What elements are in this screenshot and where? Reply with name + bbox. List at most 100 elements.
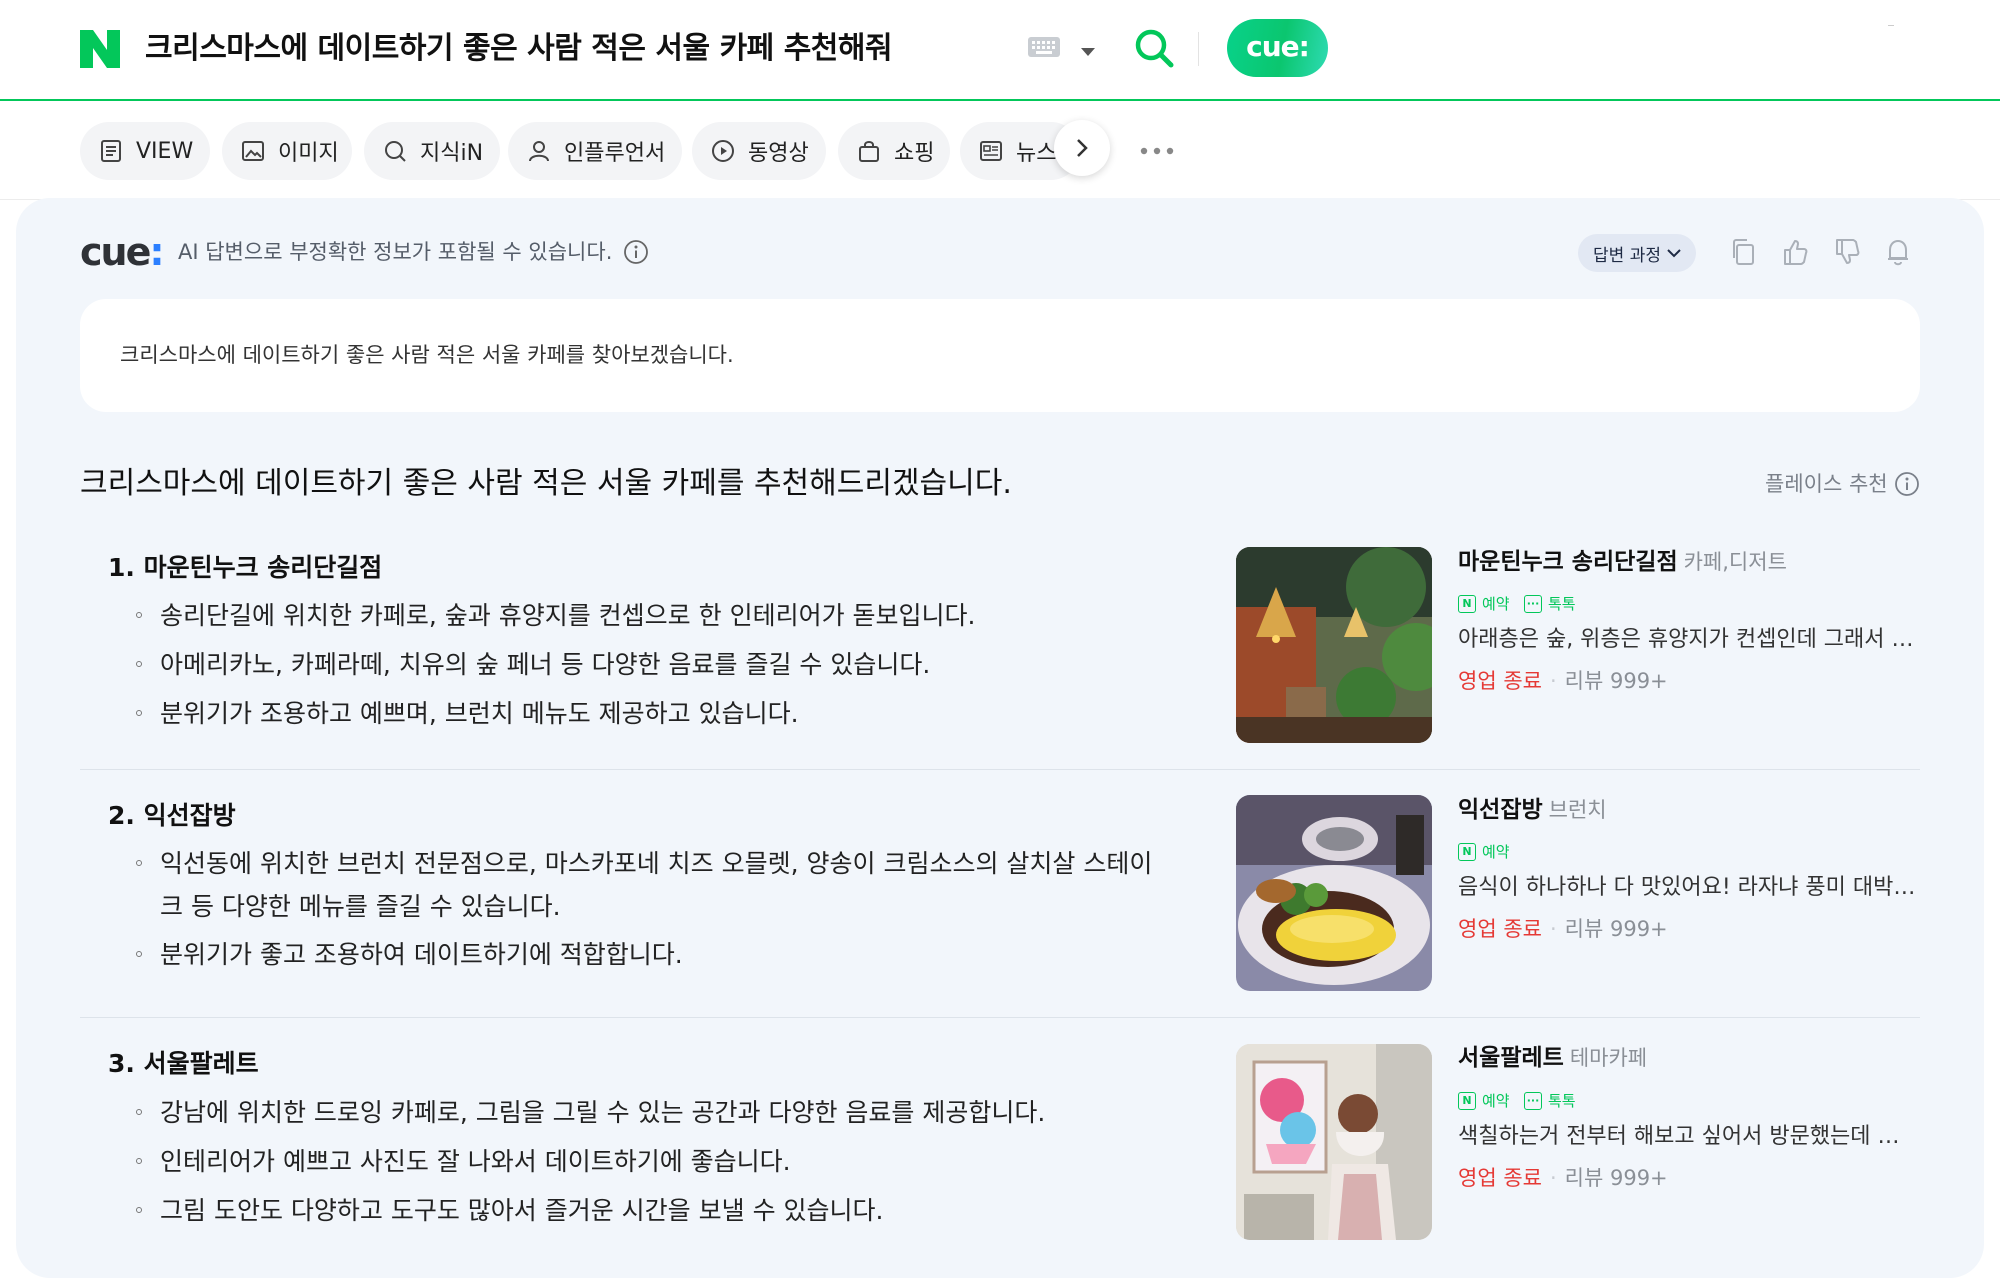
item-bullet-text: 분위기가 좋고 조용하여 데이트하기에 적합합니다. [160, 940, 683, 969]
header-divider [1198, 32, 1199, 66]
item-title: 3. 서울팔레트 [108, 1049, 259, 1078]
tab-label: 동영상 [748, 141, 809, 166]
info-icon[interactable] [623, 239, 649, 269]
item-bullet-text: 아메리카노, 카페라떼, 치유의 숲 페너 등 다양한 음료를 즐길 수 있습니… [160, 650, 931, 679]
play-icon [710, 138, 736, 164]
badge-label: 예약 [1482, 843, 1510, 861]
place-category: 테마카페 [1569, 1046, 1648, 1070]
review-count[interactable]: 리뷰 999+ [1565, 1166, 1668, 1190]
search-query[interactable]: 크리스마스에 데이트하기 좋은 사람 적은 서울 카페 추천해줘 [145, 22, 893, 76]
tab-view[interactable]: VIEW [80, 122, 210, 180]
bullet-dot [136, 710, 142, 716]
bullet-dot [136, 951, 142, 957]
answer-process-label: 답변 과정 [1593, 245, 1661, 266]
chevron-down-icon [1667, 243, 1681, 263]
chevron-right-icon [1077, 139, 1088, 157]
tab-kin[interactable]: 지식iN [364, 122, 500, 180]
tabs-next-button[interactable] [1054, 120, 1110, 176]
place-name-text: 서울팔레트 [1458, 1045, 1564, 1071]
cue-logo-text: cue [80, 230, 151, 274]
item-bullet-text: 익선동에 위치한 브런치 전문점으로, 마스카포네 치즈 오믈렛, 양송이 크림… [160, 849, 1153, 878]
place-photo[interactable] [1236, 795, 1432, 991]
place-status: 영업 종료 · 리뷰 999+ [1458, 913, 1668, 945]
place-category: 카페,디저트 [1683, 550, 1787, 574]
item-bullet-text: 분위기가 조용하고 예쁘며, 브런치 메뉴도 제공하고 있습니다. [160, 699, 799, 728]
thumbs-down-icon[interactable] [1834, 238, 1860, 270]
item-title: 2. 익선잡방 [108, 801, 236, 830]
bullet-dot [136, 1207, 142, 1213]
bullet-dot [136, 860, 142, 866]
review-count[interactable]: 리뷰 999+ [1565, 669, 1668, 693]
chat-search-icon [382, 138, 408, 164]
keyboard-icon[interactable] [1027, 36, 1061, 62]
search-icon[interactable] [1133, 27, 1175, 73]
tab-label: 지식iN [420, 141, 484, 166]
chat-icon: ··· [1524, 1091, 1542, 1110]
item-title: 1. 마운틴누크 송리단길점 [108, 553, 383, 582]
item-bullet-text: 인테리어가 예쁘고 사진도 잘 나와서 데이트하기에 좋습니다. [160, 1147, 791, 1176]
copy-icon[interactable] [1730, 238, 1756, 270]
place-status: 영업 종료 · 리뷰 999+ [1458, 1162, 1668, 1194]
place-name[interactable]: 마운틴누크 송리단길점 카페,디저트 [1458, 546, 1787, 578]
cue-logo-dots: : [149, 230, 164, 274]
search-tabs: VIEW 이미지 지식iN 인플루언서 동영상 쇼핑 뉴스 [0, 101, 2000, 200]
answer-process-button[interactable]: 답변 과정 [1578, 234, 1696, 272]
naver-n-icon: N [1458, 842, 1476, 861]
corner-mark [1888, 25, 1894, 26]
place-name-text: 익선잡방 [1458, 797, 1543, 823]
info-icon[interactable] [1894, 471, 1920, 501]
bullet-dot [136, 661, 142, 667]
reserve-badge[interactable]: N 예약 [1458, 841, 1510, 862]
talktalk-badge[interactable]: ··· 톡톡 [1524, 593, 1576, 614]
place-recommend-label: 플레이스 추천 [1765, 472, 1888, 496]
more-icon[interactable] [1140, 140, 1174, 159]
place-category: 브런치 [1548, 798, 1607, 822]
tab-label: VIEW [136, 138, 194, 164]
separator-dot: · [1549, 1166, 1557, 1190]
tab-image[interactable]: 이미지 [222, 122, 352, 180]
person-icon [526, 138, 552, 164]
bullet-dot [136, 612, 142, 618]
review-count[interactable]: 리뷰 999+ [1565, 917, 1668, 941]
item-bullet-text: 그림 도안도 다양하고 도구도 많아서 즐거운 시간을 보낼 수 있습니다. [160, 1196, 884, 1225]
place-review-snippet[interactable]: 음식이 하나하나 다 맛있어요! 라자냐 풍미 대박이... [1458, 872, 1918, 904]
place-review-snippet[interactable]: 색칠하는거 전부터 해보고 싶어서 방문했는데 인... [1458, 1121, 1918, 1153]
answer-summary: 크리스마스에 데이트하기 좋은 사람 적은 서울 카페를 찾아보겠습니다. [80, 299, 1920, 412]
item-bullet-text: 강남에 위치한 드로잉 카페로, 그림을 그릴 수 있는 공간과 다양한 음료를… [160, 1098, 1046, 1127]
tab-label: 쇼핑 [894, 141, 935, 166]
place-name-text: 마운틴누크 송리단길점 [1458, 549, 1678, 575]
talktalk-badge[interactable]: ··· 톡톡 [1524, 1090, 1576, 1111]
caret-down-icon[interactable] [1080, 42, 1096, 61]
image-icon [240, 138, 266, 164]
place-review-snippet[interactable]: 아래층은 숲, 위층은 휴양지가 컨셉인데 그래서 그... [1458, 624, 1918, 656]
tab-video[interactable]: 동영상 [692, 122, 826, 180]
tab-label: 인플루언서 [564, 141, 666, 166]
search-header: 크리스마스에 데이트하기 좋은 사람 적은 서울 카페 추천해줘 cue: [0, 0, 2000, 101]
place-name[interactable]: 서울팔레트 테마카페 [1458, 1042, 1647, 1074]
thumbs-up-icon[interactable] [1782, 238, 1808, 270]
item-divider [80, 769, 1920, 770]
reserve-badge[interactable]: N 예약 [1458, 1090, 1510, 1111]
news-icon [978, 138, 1004, 164]
cue-logo: cue: [80, 230, 165, 274]
place-status: 영업 종료 · 리뷰 999+ [1458, 665, 1668, 697]
naver-logo-icon[interactable] [80, 30, 120, 68]
badge-label: 톡톡 [1548, 595, 1576, 613]
cue-button[interactable]: cue: [1227, 19, 1328, 77]
item-divider [80, 1017, 1920, 1018]
document-icon [98, 138, 124, 164]
reserve-badge[interactable]: N 예약 [1458, 593, 1510, 614]
place-name[interactable]: 익선잡방 브런치 [1458, 794, 1607, 826]
badge-label: 톡톡 [1548, 1092, 1576, 1110]
place-photo[interactable] [1236, 1044, 1432, 1240]
ai-disclaimer: AI 답변으로 부정확한 정보가 포함될 수 있습니다. [178, 240, 613, 264]
bullet-dot [136, 1109, 142, 1115]
bullet-dot [136, 1158, 142, 1164]
bell-icon[interactable] [1886, 238, 1910, 270]
tab-shopping[interactable]: 쇼핑 [838, 122, 950, 180]
item-bullet-text: 송리단길에 위치한 카페로, 숲과 휴양지를 컨셉으로 한 인테리어가 돋보입니… [160, 601, 976, 630]
badge-label: 예약 [1482, 1092, 1510, 1110]
place-photo[interactable] [1236, 547, 1432, 743]
tab-label: 이미지 [278, 141, 339, 166]
tab-influencer[interactable]: 인플루언서 [508, 122, 682, 180]
